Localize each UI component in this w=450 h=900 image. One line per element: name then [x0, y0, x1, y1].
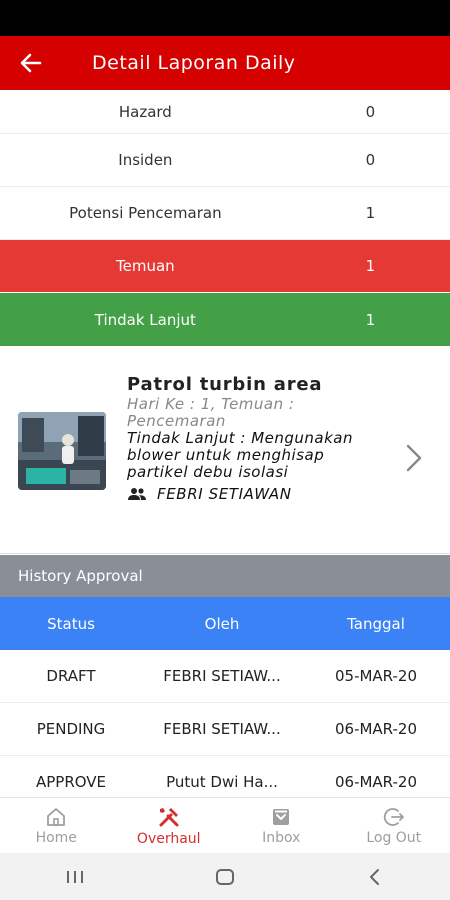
history-table-header: Status Oleh Tanggal	[0, 597, 450, 650]
summary-value: 1	[365, 310, 376, 329]
home-icon	[47, 807, 66, 826]
system-navigation-bar	[0, 853, 450, 900]
app-bar: Detail Laporan Daily	[0, 36, 450, 90]
row-status: APPROVE	[35, 773, 107, 791]
back-system-button[interactable]	[345, 857, 405, 897]
row-date: 06-MAR-20	[334, 773, 418, 791]
report-follow-up: Tindak Lanjut : Mengunakan blower untuk …	[127, 429, 353, 481]
logout-icon	[383, 807, 404, 826]
column-status: Status	[47, 614, 95, 633]
back-icon	[370, 868, 379, 885]
summary-label: Tindak Lanjut	[94, 310, 196, 329]
status-bar	[0, 0, 450, 36]
summary-value: 1	[365, 257, 376, 275]
recent-apps-icon	[67, 870, 83, 883]
nav-home-label: Home	[35, 829, 77, 846]
home-button[interactable]	[195, 857, 255, 897]
nav-home[interactable]: Home	[0, 798, 113, 853]
row-status: PENDING	[36, 720, 106, 738]
report-user-name: FEBRI SETIAWAN	[157, 485, 292, 503]
report-card[interactable]: Patrol turbin area Hari Ke : 1, Temuan :…	[0, 348, 450, 554]
row-date: 06-MAR-20	[334, 720, 418, 738]
nav-logout[interactable]: Log Out	[338, 798, 450, 853]
report-card-content: Patrol turbin area Hari Ke : 1, Temuan :…	[127, 374, 357, 503]
table-row: DRAFT FEBRI SETIAW... 05-MAR-20	[0, 650, 450, 703]
summary-row-insiden: Insiden 0	[0, 134, 450, 187]
summary-table: Hazard 0 Insiden 0 Potensi Pencemaran 1 …	[0, 90, 450, 346]
row-by: FEBRI SETIAW...	[163, 720, 281, 738]
summary-label: Potensi Pencemaran	[69, 204, 222, 222]
report-subtitle: Hari Ke : 1, Temuan : Pencemaran	[127, 395, 295, 430]
bottom-navigation: Home Overhaul Inbox Log Out	[0, 797, 450, 853]
row-by: FEBRI SETIAW...	[163, 667, 281, 685]
row-date: 05-MAR-20	[334, 667, 418, 685]
tools-icon	[159, 807, 179, 826]
row-status: DRAFT	[46, 667, 96, 685]
summary-value: 0	[365, 151, 376, 169]
table-row: PENDING FEBRI SETIAW... 06-MAR-20	[0, 703, 450, 756]
report-title: Patrol turbin area	[127, 374, 323, 395]
summary-label: Temuan	[116, 257, 175, 275]
summary-value: 1	[365, 204, 376, 222]
column-tanggal: Tanggal	[347, 614, 405, 633]
column-oleh: Oleh	[204, 614, 240, 633]
nav-inbox-label: Inbox	[262, 829, 301, 846]
nav-logout-label: Log Out	[366, 829, 422, 846]
summary-label: Hazard	[118, 102, 172, 121]
chevron-right-icon[interactable]	[400, 438, 428, 478]
history-table-body: DRAFT FEBRI SETIAW... 05-MAR-20 PENDING …	[0, 650, 450, 809]
report-photo	[18, 412, 106, 490]
home-circle-icon	[216, 868, 234, 885]
back-button[interactable]	[0, 36, 62, 90]
page-title: Detail Laporan Daily	[92, 52, 296, 74]
inbox-icon	[273, 808, 290, 825]
nav-inbox[interactable]: Inbox	[225, 798, 338, 853]
summary-row-tindak-lanjut: Tindak Lanjut 1	[0, 293, 450, 346]
summary-label: Insiden	[118, 151, 173, 169]
arrow-left-icon	[20, 53, 42, 73]
row-by: Putut Dwi Ha...	[166, 773, 278, 791]
summary-row-hazard: Hazard 0	[0, 90, 450, 134]
recent-apps-button[interactable]	[45, 857, 105, 897]
summary-row-temuan: Temuan 1	[0, 240, 450, 293]
nav-overhaul[interactable]: Overhaul	[113, 798, 226, 853]
history-approval-header: History Approval	[0, 555, 450, 597]
summary-row-potensi-pencemaran: Potensi Pencemaran 1	[0, 187, 450, 240]
summary-value: 0	[365, 102, 376, 121]
people-icon	[128, 488, 146, 500]
nav-overhaul-label: Overhaul	[136, 830, 201, 847]
report-user: FEBRI SETIAWAN	[127, 485, 357, 503]
